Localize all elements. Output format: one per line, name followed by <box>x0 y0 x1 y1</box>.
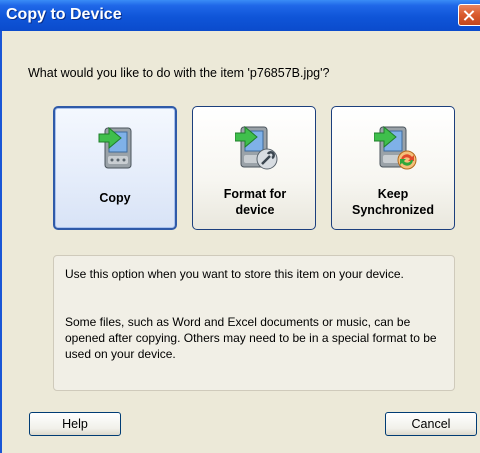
device-sync-icon <box>374 125 417 170</box>
description-paragraph-2: Some files, such as Word and Excel docum… <box>65 315 437 361</box>
copy-option-label: Copy <box>99 191 131 205</box>
sync-option-button[interactable]: Keep Synchronized <box>331 106 455 230</box>
question-text: What would you like to do with the item … <box>28 66 330 80</box>
copy-option-button[interactable]: Copy <box>53 106 177 230</box>
cancel-button[interactable]: Cancel <box>385 412 477 436</box>
option-description: Use this option when you want to store t… <box>53 255 455 391</box>
device-copy-icon <box>98 126 132 169</box>
window-title: Copy to Device <box>6 6 122 23</box>
sync-option-label: Keep Synchronized <box>352 187 434 217</box>
format-option-label: Format for device <box>223 187 287 217</box>
title-bar[interactable]: Copy to Device <box>0 0 480 31</box>
close-button[interactable] <box>458 4 480 26</box>
help-button[interactable]: Help <box>29 412 121 436</box>
device-format-icon <box>235 125 278 170</box>
window-frame <box>0 31 2 453</box>
description-paragraph-1: Use this option when you want to store t… <box>65 267 404 281</box>
format-option-button[interactable]: Format for device <box>192 106 316 230</box>
